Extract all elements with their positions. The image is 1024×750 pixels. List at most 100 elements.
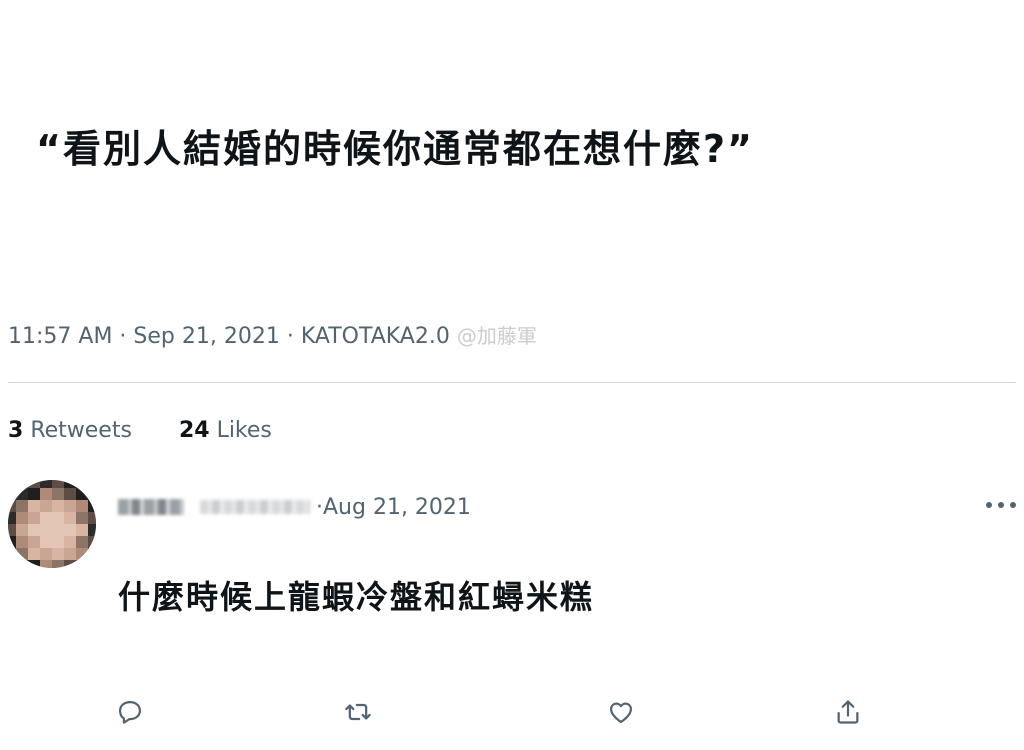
likes-count: 24 [178, 418, 210, 443]
avatar-pixel [40, 524, 52, 536]
avatar-pixel [8, 500, 16, 512]
likes-label: Likes [216, 418, 272, 443]
avatar-pixel [8, 536, 16, 548]
avatar-pixel [8, 488, 16, 500]
blurred-username[interactable] [200, 500, 310, 514]
avatar-pixel [88, 512, 96, 524]
avatar-pixel [64, 488, 76, 500]
likes-stat[interactable]: 24 Likes [179, 418, 272, 443]
share-icon [837, 700, 859, 724]
avatar-pixel [52, 488, 64, 500]
reply-date-prefix: · [316, 494, 323, 520]
avatar-pixel [52, 536, 64, 548]
avatar-pixel [40, 560, 52, 568]
avatar-pixel [52, 480, 64, 488]
avatar-pixel [88, 524, 96, 536]
avatar-pixel [64, 500, 76, 512]
avatar-pixel [40, 488, 52, 500]
avatar-pixel [28, 536, 40, 548]
avatar-pixel [88, 480, 96, 488]
avatar-pixel [76, 524, 88, 536]
avatar-pixel [16, 524, 28, 536]
avatar-pixel [76, 488, 88, 500]
avatar-pixel [88, 500, 96, 512]
avatar-pixel [8, 480, 16, 488]
heart-icon [609, 702, 633, 724]
avatar-pixel [28, 560, 40, 568]
reply-button[interactable] [112, 694, 148, 730]
retweets-label: Retweets [30, 418, 132, 443]
avatar-pixel [88, 488, 96, 500]
retweet-button[interactable] [340, 694, 376, 730]
avatar-pixel [28, 512, 40, 524]
avatar-pixel [28, 500, 40, 512]
avatar-pixel [52, 548, 64, 560]
avatar-pixel [52, 500, 64, 512]
avatar-pixel [28, 548, 40, 560]
share-button[interactable] [830, 694, 866, 730]
avatar-pixel [64, 524, 76, 536]
retweets-count: 3 [8, 418, 24, 443]
reply-header: · Aug 21, 2021 [118, 492, 471, 522]
tweet-time[interactable]: 11:57 AM [8, 324, 112, 349]
avatar[interactable] [8, 480, 96, 568]
avatar-pixel [8, 560, 16, 568]
avatar-pixel [64, 548, 76, 560]
avatar-pixel [8, 512, 16, 524]
divider [8, 382, 1016, 383]
avatar-pixel [88, 548, 96, 560]
comment-icon [118, 700, 142, 724]
avatar-pixel [52, 560, 64, 568]
avatar-pixel [16, 480, 28, 488]
avatar-pixel [40, 480, 52, 488]
reply-text: 什麼時候上龍蝦冷盤和紅蟳米糕 [118, 578, 595, 616]
avatar-pixel [64, 512, 76, 524]
retweets-stat[interactable]: 3 Retweets [8, 418, 132, 443]
avatar-pixel [28, 524, 40, 536]
avatar-pixel [88, 536, 96, 548]
meta-separator: · [112, 324, 134, 349]
tweet-text: “看別人結婚的時候你通常都在想什麼?” [36, 127, 754, 171]
avatar-pixel [16, 560, 28, 568]
avatar-pixel [40, 536, 52, 548]
avatar-pixel [16, 512, 28, 524]
avatar-pixel [64, 560, 76, 568]
more-horizontal-icon[interactable] [986, 498, 1016, 512]
avatar-pixel [16, 500, 28, 512]
retweet-icon [345, 703, 371, 721]
dot [986, 502, 992, 508]
avatar-pixel [8, 548, 16, 560]
avatar-pixel [76, 548, 88, 560]
dot [998, 502, 1004, 508]
avatar-pixel [64, 480, 76, 488]
avatar-pixel [40, 548, 52, 560]
blurred-display-name[interactable] [118, 499, 184, 515]
tweet-meta: 11:57 AM · Sep 21, 2021 · KATOTAKA2.0 @加… [8, 320, 537, 349]
reply-date[interactable]: Aug 21, 2021 [323, 495, 471, 520]
avatar-pixel [16, 488, 28, 500]
avatar-pixel [76, 560, 88, 568]
avatar-pixel [52, 524, 64, 536]
avatar-pixel [52, 512, 64, 524]
watermark: @加藤軍 [456, 324, 537, 348]
avatar-pixel [76, 512, 88, 524]
avatar-pixel [28, 480, 40, 488]
avatar-pixel [76, 536, 88, 548]
avatar-pixel [40, 500, 52, 512]
dot [1010, 502, 1016, 508]
avatar-pixel [76, 500, 88, 512]
engagement-stats: 3 Retweets 24 Likes [8, 418, 272, 443]
avatar-pixel [76, 480, 88, 488]
avatar-pixel [28, 488, 40, 500]
like-button[interactable] [603, 694, 639, 730]
tweet-date[interactable]: Sep 21, 2021 [133, 324, 279, 349]
avatar-pixel [16, 548, 28, 560]
avatar-pixel [8, 524, 16, 536]
meta-separator: · [279, 324, 301, 349]
reply-actions [0, 694, 1024, 734]
avatar-pixel [88, 560, 96, 568]
tweet-source[interactable]: KATOTAKA2.0 [301, 324, 450, 349]
avatar-pixel [40, 512, 52, 524]
avatar-pixel [64, 536, 76, 548]
avatar-pixel [16, 536, 28, 548]
